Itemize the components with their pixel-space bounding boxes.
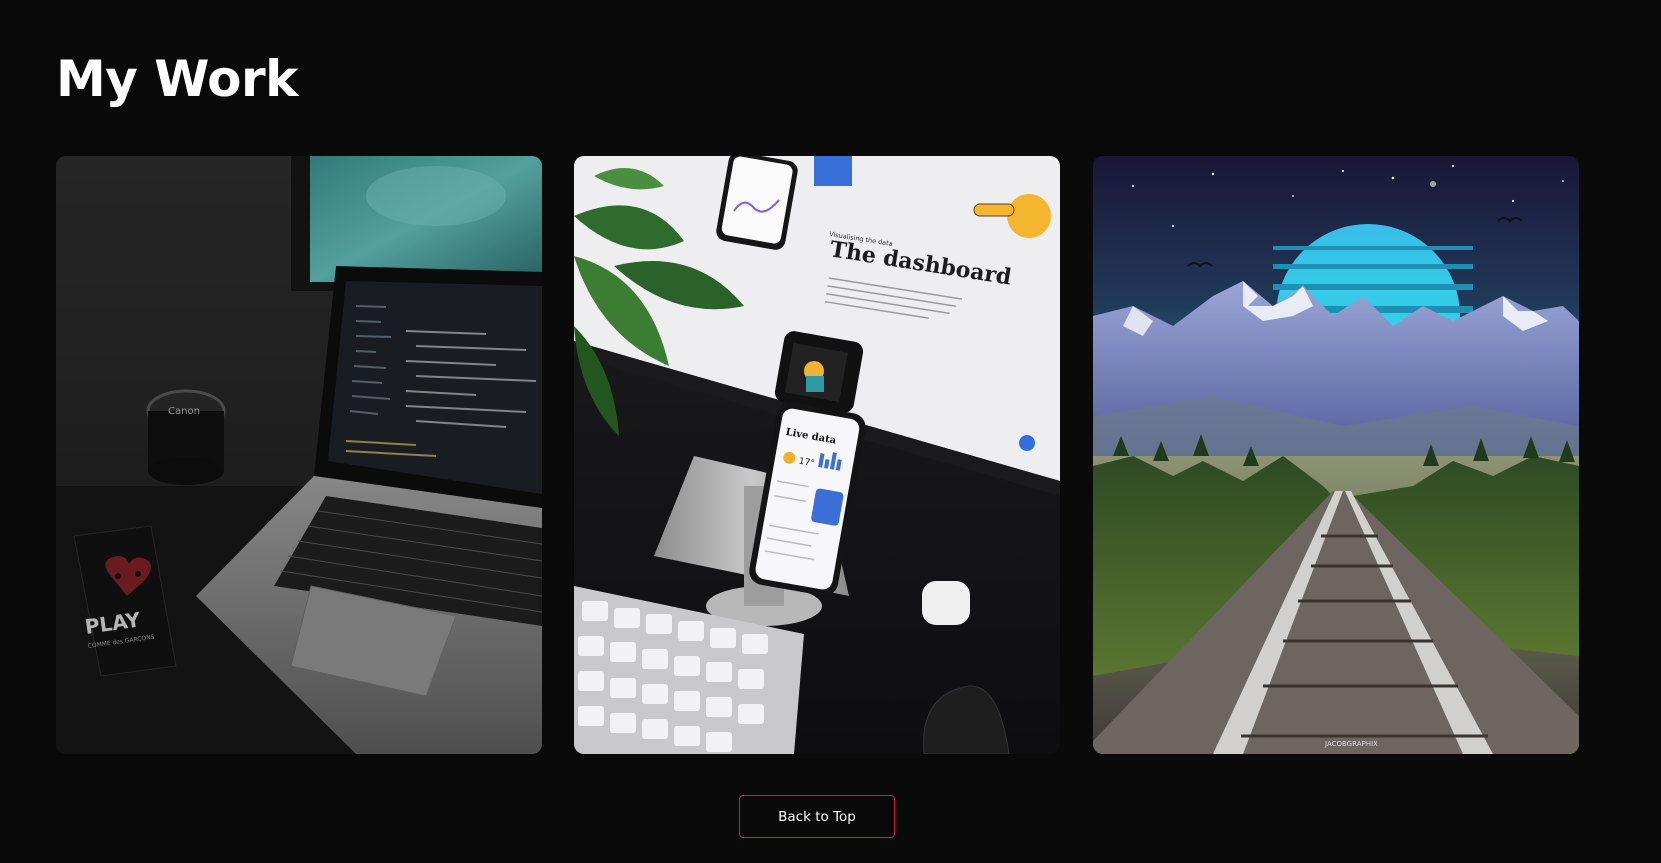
laptop-code-image: Canon PLAY COMME des GARÇONS (56, 156, 542, 754)
section-title: My Work (56, 50, 298, 108)
railway-mountains-image: JACOBGRAPHIX (1093, 156, 1579, 754)
artist-signature: JACOBGRAPHIX (1324, 740, 1378, 748)
portfolio-gallery: Canon PLAY COMME des GARÇONS Visualising… (56, 156, 1580, 754)
portfolio-item-laptop[interactable]: Canon PLAY COMME des GARÇONS (56, 156, 542, 754)
dashboard-mockup-image: Visualising the data The dashboard Live … (574, 156, 1060, 754)
portfolio-item-dashboard[interactable]: Visualising the data The dashboard Live … (574, 156, 1060, 754)
back-to-top-button[interactable]: Back to Top (739, 795, 895, 838)
portfolio-item-railway[interactable]: JACOBGRAPHIX (1093, 156, 1579, 754)
